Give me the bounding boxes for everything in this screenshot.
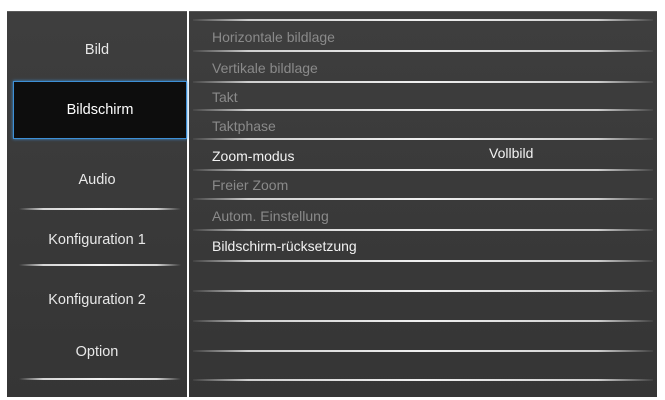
menu-item-bildschirm[interactable]: Bildschirm	[13, 81, 187, 139]
menu-item-bild[interactable]: Bild	[7, 42, 187, 58]
divider	[193, 350, 653, 352]
menu-item-audio[interactable]: Audio	[7, 172, 187, 188]
zoom-modus-value[interactable]: Vollbild	[489, 145, 533, 161]
divider	[193, 229, 653, 231]
setting-bildschirm-ruecksetzung[interactable]: Bildschirm-rücksetzung	[189, 233, 657, 262]
setting-autom-einstellung[interactable]: Autom. Einstellung	[189, 203, 657, 232]
settings-panel: Horizontale bildlage Vertikale bildlage …	[189, 11, 657, 397]
menu-item-label: Option	[75, 344, 119, 360]
menu-item-label: Konfiguration 1	[48, 232, 146, 248]
divider	[193, 81, 653, 83]
divider	[193, 138, 653, 140]
setting-label: Zoom-modus	[212, 148, 295, 164]
divider	[193, 169, 653, 171]
menu-item-konfiguration-1[interactable]: Konfiguration 1	[7, 232, 187, 248]
divider	[193, 320, 653, 322]
setting-label: Bildschirm-rücksetzung	[212, 238, 357, 254]
menu-item-label: Bildschirm	[66, 102, 134, 118]
divider	[19, 264, 181, 266]
menu-item-label: Konfiguration 2	[48, 292, 146, 308]
setting-label: Taktphase	[212, 118, 276, 134]
setting-label: Vertikale bildlage	[212, 60, 318, 76]
setting-zoom-modus[interactable]: Zoom-modus Vollbild	[189, 143, 657, 172]
setting-freier-zoom[interactable]: Freier Zoom	[189, 172, 657, 201]
setting-label: Horizontale bildlage	[212, 29, 335, 45]
menu-item-option[interactable]: Option	[7, 344, 187, 360]
divider	[193, 109, 653, 111]
menu-item-konfiguration-2[interactable]: Konfiguration 2	[7, 292, 187, 308]
osd-menu: Bild Bildschirm Audio Konfiguration 1 Ko…	[0, 0, 665, 400]
divider	[193, 290, 653, 292]
divider	[193, 50, 653, 52]
divider	[193, 260, 653, 262]
divider	[19, 378, 181, 380]
menu-item-label: Bild	[84, 42, 110, 58]
divider	[19, 208, 181, 210]
setting-horizontale-bildlage[interactable]: Horizontale bildlage	[189, 24, 657, 53]
menu-item-label: Audio	[78, 172, 116, 188]
divider	[193, 198, 653, 200]
category-panel: Bild Bildschirm Audio Konfiguration 1 Ko…	[7, 11, 187, 397]
divider	[193, 19, 653, 21]
setting-label: Autom. Einstellung	[212, 208, 329, 224]
setting-vertikale-bildlage[interactable]: Vertikale bildlage	[189, 55, 657, 84]
setting-label: Freier Zoom	[212, 177, 289, 193]
setting-label: Takt	[212, 89, 238, 105]
divider	[193, 379, 653, 381]
